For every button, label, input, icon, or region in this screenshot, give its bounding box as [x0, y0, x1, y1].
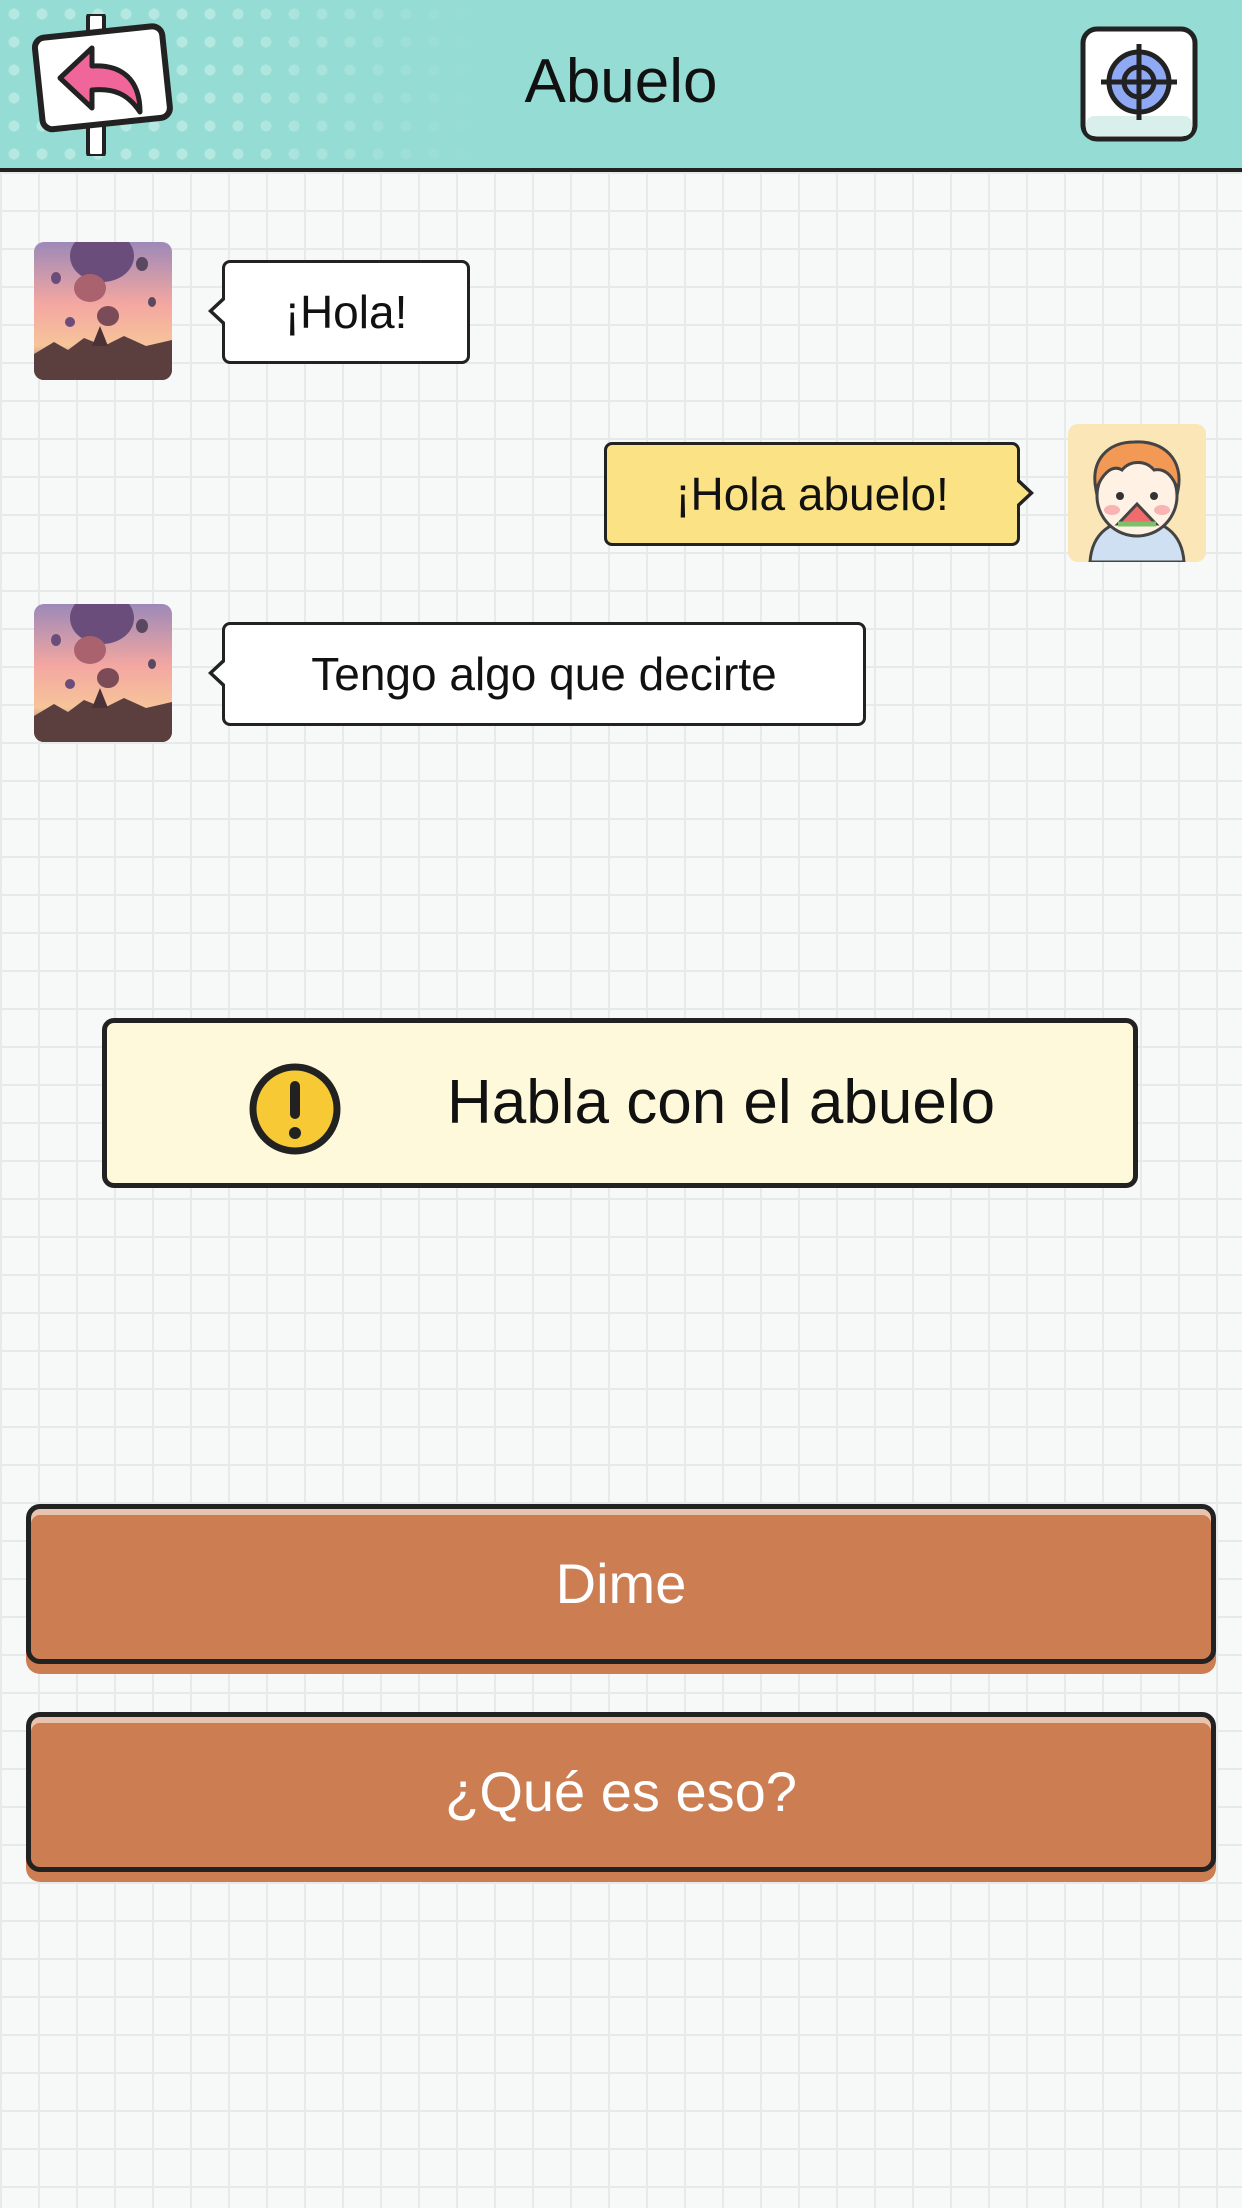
- page-title: Abuelo: [524, 47, 718, 116]
- grandpa-avatar: [34, 242, 172, 380]
- message-bubble-sent: ¡Hola abuelo!: [604, 442, 1034, 546]
- locate-button[interactable]: [1080, 26, 1198, 142]
- option-button-dime[interactable]: Dime: [26, 1504, 1216, 1664]
- header-bar: Abuelo: [0, 0, 1242, 172]
- back-button[interactable]: [30, 12, 180, 158]
- message-bubble-received: Tengo algo que decirte: [208, 622, 866, 726]
- task-text: Habla con el abuelo: [447, 1068, 996, 1137]
- option-button-que-es-eso[interactable]: ¿Qué es eso?: [26, 1712, 1216, 1872]
- grandpa-avatar: [34, 604, 172, 742]
- player-avatar: [1068, 424, 1206, 562]
- exclamation-icon: [247, 1061, 343, 1157]
- task-banner: Habla con el abuelo: [102, 1018, 1138, 1188]
- message-bubble-received: ¡Hola!: [208, 260, 470, 364]
- back-arrow-icon: [31, 12, 173, 158]
- crosshair-icon: [1080, 26, 1198, 142]
